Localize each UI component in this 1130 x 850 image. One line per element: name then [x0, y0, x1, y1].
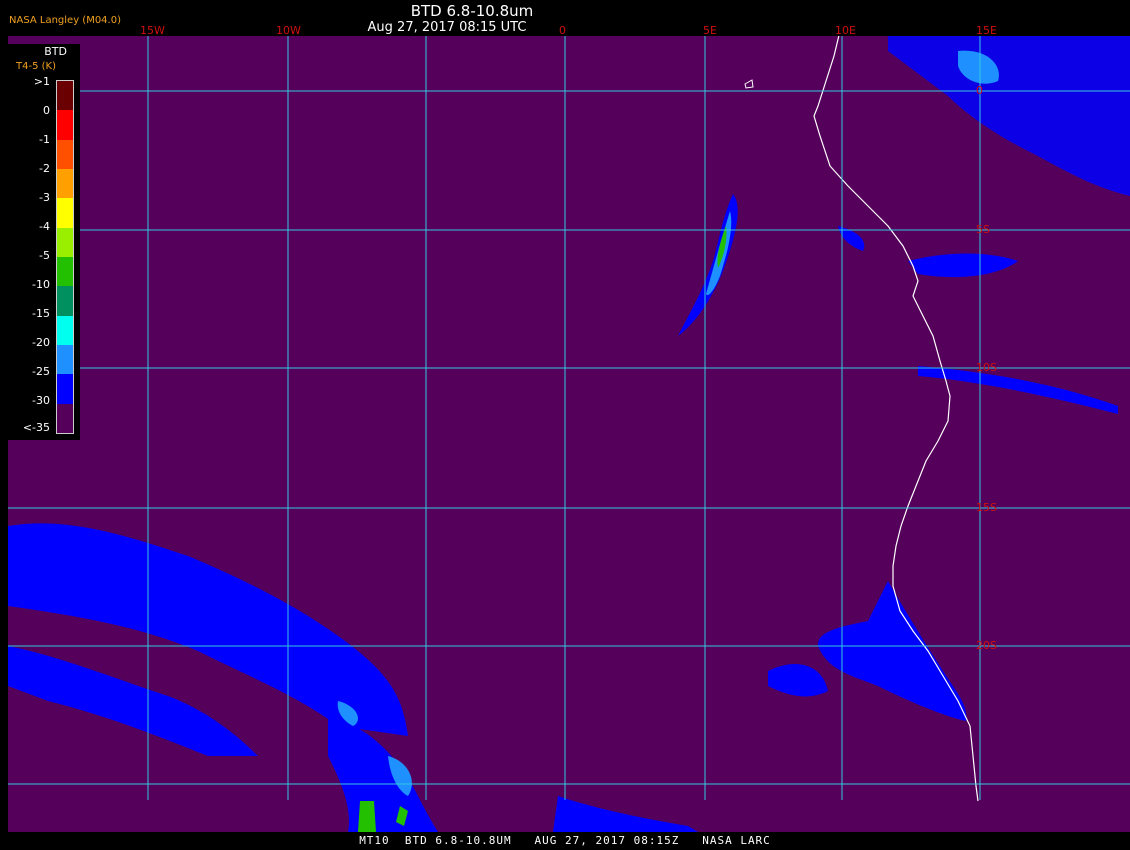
lon-label: 0	[559, 24, 566, 37]
lat-label: 5S	[976, 223, 990, 236]
legend-label: >1	[33, 75, 50, 88]
lat-label: 20S	[976, 639, 997, 652]
lat-label: 0	[976, 84, 983, 97]
lon-label: 15E	[976, 24, 997, 37]
legend-label: -5	[39, 249, 50, 262]
legend-label: -30	[32, 394, 50, 407]
lon-label: 10W	[276, 24, 301, 37]
lon-label: 10E	[835, 24, 856, 37]
cloud-features	[8, 36, 1130, 832]
lat-label: 15S	[976, 501, 997, 514]
legend-swatch	[57, 227, 73, 257]
lat-label: 10S	[976, 361, 997, 374]
graticule	[8, 36, 1130, 800]
credit-label: NASA Langley (M04.0)	[9, 15, 121, 26]
plume-feature	[678, 194, 738, 336]
legend-swatch	[57, 315, 73, 345]
legend-swatch	[57, 403, 73, 433]
legend-swatch	[57, 286, 73, 316]
legend-label: -25	[32, 365, 50, 378]
legend-label: -3	[39, 191, 50, 204]
legend-label: -4	[39, 220, 50, 233]
legend-swatch	[57, 256, 73, 287]
satellite-map	[8, 36, 1130, 832]
image-title: BTD 6.8-10.8um	[410, 2, 534, 20]
footer-bar: MT10 BTD 6.8-10.8UM AUG 27, 2017 08:15Z …	[0, 832, 1130, 850]
legend-label: -2	[39, 162, 50, 175]
legend-label: -15	[32, 307, 50, 320]
legend-swatch	[57, 344, 73, 375]
lon-label: 5E	[703, 24, 717, 37]
legend-units: T4-5 (K)	[16, 61, 56, 72]
legend-title: BTD	[44, 45, 67, 58]
legend-colorbar	[56, 80, 74, 434]
legend-label: -20	[32, 336, 50, 349]
legend-swatch	[57, 198, 73, 228]
legend-label: -1	[39, 133, 50, 146]
color-legend: BTD T4-5 (K) >1 0 -1 -2 -3 -4 -5 -10 -15…	[8, 44, 80, 440]
map-overlay	[8, 36, 1130, 832]
legend-swatch	[57, 81, 73, 111]
legend-label: <-35	[22, 421, 50, 434]
legend-swatch	[57, 110, 73, 140]
legend-label: -10	[32, 278, 50, 291]
legend-swatch	[57, 139, 73, 169]
lon-label: 15W	[140, 24, 165, 37]
legend-swatch	[57, 168, 73, 199]
image-datetime: Aug 27, 2017 08:15 UTC	[367, 20, 527, 35]
legend-swatch	[57, 374, 73, 404]
legend-label: 0	[43, 104, 50, 117]
